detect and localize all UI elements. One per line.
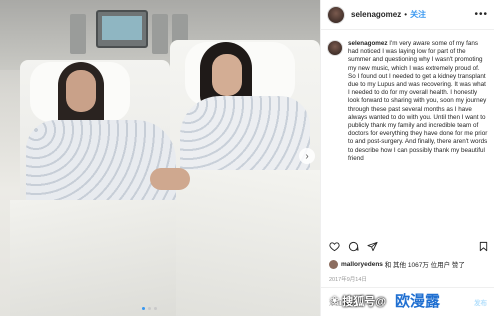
caption-text: selenagomez I'm very aware some of my fa… — [348, 40, 488, 163]
holding-hands — [150, 168, 190, 190]
likes-first-user[interactable]: malloryedens — [341, 261, 383, 268]
post-side-panel: selenagomez • 关注 ••• selenagomez I'm ver… — [320, 0, 494, 316]
caption-username[interactable]: selenagomez — [348, 40, 388, 47]
likes-line: malloryedens 和 其他 1067万 位用户 赞了 — [329, 259, 465, 269]
medical-monitor — [96, 10, 148, 48]
share-icon[interactable] — [367, 241, 378, 252]
carousel-dots — [142, 307, 157, 310]
post-caption: selenagomez I'm very aware some of my fa… — [327, 40, 491, 163]
person-right-face — [212, 54, 242, 96]
post-header: selenagomez • 关注 ••• — [321, 0, 494, 30]
person-left-face — [66, 70, 96, 112]
post-date[interactable]: 2017年9月14日 — [329, 275, 367, 283]
comment-icon[interactable] — [348, 241, 359, 252]
action-bar — [329, 241, 489, 252]
header-username[interactable]: selenagomez — [351, 10, 401, 19]
carousel-dot — [142, 307, 145, 310]
chevron-right-icon[interactable]: › — [299, 148, 315, 164]
avatar[interactable] — [327, 40, 343, 56]
carousel-dot — [148, 307, 151, 310]
separator-dot: • — [404, 10, 408, 19]
caption-body: I'm very aware some of my fans had notic… — [348, 40, 488, 162]
watermark-text: 搜狐号@ — [342, 295, 386, 308]
avatar[interactable] — [327, 5, 345, 24]
watermark: ❀ 搜狐号@ 欧漫露 — [330, 290, 440, 311]
blanket-left — [10, 200, 180, 316]
likes-count-text[interactable]: 和 其他 1067万 位用户 赞了 — [385, 259, 465, 269]
more-icon[interactable]: ••• — [474, 9, 488, 20]
iv-pump — [70, 14, 86, 54]
bookmark-icon[interactable] — [478, 241, 489, 252]
avatar[interactable] — [329, 259, 338, 269]
iv-pump — [152, 14, 168, 54]
follow-button[interactable]: 关注 — [410, 9, 426, 20]
instagram-post: › selenagomez • 关注 ••• selenagomez I'm v… — [0, 0, 494, 316]
post-photo[interactable]: › — [0, 0, 320, 316]
heart-icon[interactable] — [329, 241, 340, 252]
watermark-brand: 欧漫露 — [394, 293, 440, 310]
carousel-dot — [154, 307, 157, 310]
blanket-right — [176, 170, 320, 316]
paw-icon: ❀ — [330, 295, 340, 307]
post-comment-button[interactable]: 发布 — [474, 297, 487, 307]
